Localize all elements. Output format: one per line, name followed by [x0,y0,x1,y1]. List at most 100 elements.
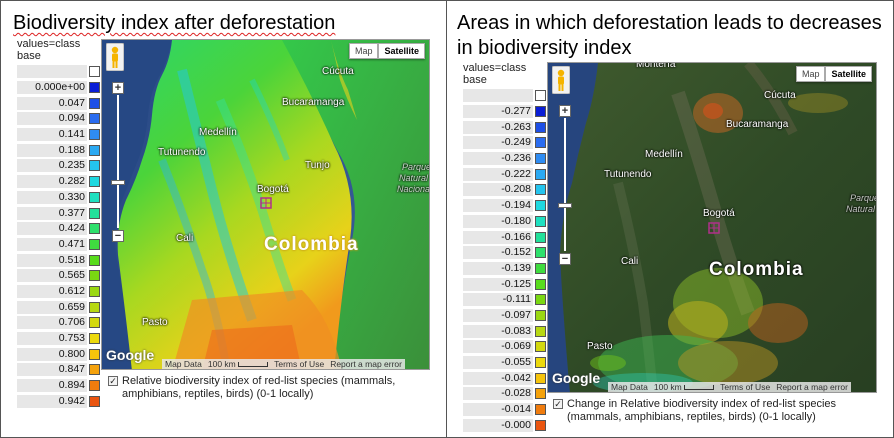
right-map[interactable]: + − Map Satellite Montería Cúcuta Bucara… [547,62,877,393]
legend-color-swatch [535,137,546,149]
panel-divider [446,0,447,438]
legend-value [463,89,533,103]
legend-value: 0.330 [17,190,87,204]
legend-value: -0.236 [463,152,533,166]
legend-value: -0.263 [463,120,533,134]
city-label-bogota: Bogotá [703,208,735,219]
left-layer-caption: Relative biodiversity index of red-list … [122,375,396,400]
legend-row: 0.377 [17,205,101,221]
map-type-control[interactable]: Map Satellite [795,66,872,82]
pegman-icon[interactable] [552,66,570,94]
legend-value: -0.166 [463,230,533,244]
legend-value: -0.083 [463,324,533,338]
legend-value: -0.014 [463,403,533,417]
legend-header: values=class base [17,38,81,62]
legend-color-swatch [535,419,546,431]
legend-row: 0.282 [17,174,101,190]
city-label-cali: Cali [621,256,639,267]
legend-color-swatch [89,191,100,203]
legend-color-swatch [535,325,546,337]
legend-row: 0.565 [17,268,101,284]
legend-value: 0.659 [17,300,87,314]
legend-color-swatch [535,262,546,274]
legend-value: -0.249 [463,136,533,150]
legend-row: -0.125 [463,276,547,292]
map-type-control[interactable]: Map Satellite [348,43,425,59]
legend-color-swatch [535,294,546,306]
pegman-icon[interactable] [106,43,124,71]
location-marker-icon [260,197,272,209]
legend-value: -0.000 [463,418,533,432]
legend-value: -0.139 [463,261,533,275]
zoom-slider-track[interactable] [564,118,566,251]
legend-color-swatch [535,90,546,102]
legend-color-swatch [89,160,100,172]
legend-value: 0.282 [17,175,87,189]
legend-color-swatch [89,333,100,345]
zoom-control[interactable]: + − [558,105,572,265]
left-map[interactable]: + − Map Satellite Cúcuta Bucaramanga Med… [101,39,430,370]
map-data-link[interactable]: Map Data [165,359,202,369]
zoom-control[interactable]: + − [111,82,125,242]
legend-value: -0.180 [463,214,533,228]
report-map-error-link[interactable]: Report a map error [330,359,402,369]
map-data-link[interactable]: Map Data [611,382,648,392]
legend-row: -0.000 [463,417,547,433]
legend-value: 0.000e+00 [17,81,87,95]
zoom-slider-handle[interactable] [111,180,125,185]
report-map-error-link[interactable]: Report a map error [776,382,848,392]
legend-row: -0.111 [463,292,547,308]
country-label: Colombia [709,259,804,280]
city-label-cucuta: Cúcuta [764,90,796,101]
legend-row: 0.047 [17,95,101,111]
legend-row: -0.055 [463,355,547,371]
city-label-tutunendo: Tutunendo [604,169,652,180]
legend-color-swatch [89,285,100,297]
zoom-slider-handle[interactable] [558,203,572,208]
city-label-bucaramanga: Bucaramanga [282,97,345,108]
city-label-pasto: Pasto [587,341,613,352]
legend-row: 0.800 [17,346,101,362]
legend-row: 0.942 [17,393,101,409]
left-panel-title: Biodiversity index after deforestation [13,12,336,34]
legend-color-swatch [89,364,100,376]
legend-color-swatch [89,82,100,94]
legend-color-swatch [535,341,546,353]
legend-value: -0.208 [463,183,533,197]
terms-of-use-link[interactable]: Terms of Use [274,359,324,369]
legend-color-swatch [89,301,100,313]
legend-color-swatch [89,317,100,329]
map-type-map-button[interactable]: Map [348,43,379,59]
legend-value: -0.097 [463,308,533,322]
zoom-in-button[interactable]: + [559,105,571,117]
legend-row: 0.518 [17,252,101,268]
zoom-slider-track[interactable] [117,95,119,228]
map-type-satellite-button[interactable]: Satellite [825,66,872,82]
terms-of-use-link[interactable]: Terms of Use [720,382,770,392]
legend-value: 0.047 [17,96,87,110]
zoom-out-button[interactable]: − [112,230,124,242]
park-label-line-3: Nacional [397,184,430,194]
legend-value: 0.706 [17,316,87,330]
legend-color-swatch [89,270,100,282]
legend-row: 0.706 [17,315,101,331]
right-layer-toggle[interactable]: ✓ Change in Relative biodiversity index … [553,398,883,424]
left-layer-toggle[interactable]: ✓ Relative biodiversity index of red-lis… [108,375,428,401]
legend-color-swatch [535,388,546,400]
legend-value: -0.055 [463,356,533,370]
layer-checkbox[interactable]: ✓ [108,376,118,386]
legend-row: 0.094 [17,111,101,127]
legend-color-swatch [89,395,100,407]
legend-value [17,65,87,79]
map-type-map-button[interactable]: Map [795,66,826,82]
legend-color-swatch [89,144,100,156]
map-type-satellite-button[interactable]: Satellite [378,43,425,59]
city-label-cali: Cali [176,233,194,244]
city-label-monteria: Montería [636,62,676,70]
zoom-out-button[interactable]: − [559,253,571,265]
legend-row: -0.097 [463,308,547,324]
legend-row: -0.249 [463,135,547,151]
legend-color-swatch [535,121,546,133]
layer-checkbox[interactable]: ✓ [553,399,563,409]
zoom-in-button[interactable]: + [112,82,124,94]
